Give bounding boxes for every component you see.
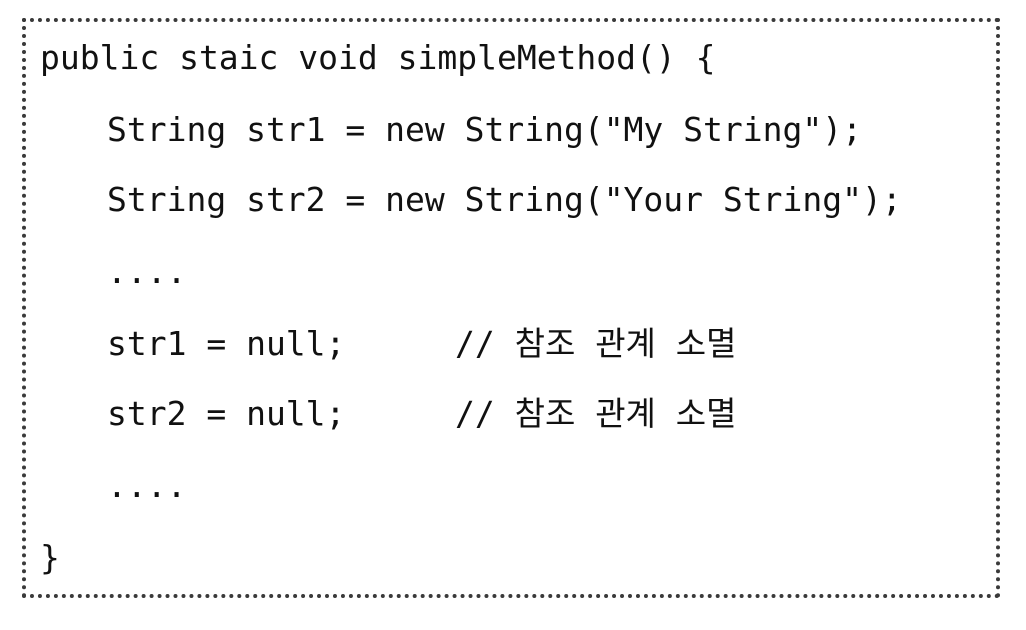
code-line-ellipsis: .... bbox=[107, 466, 187, 505]
code-line-str1-null: str1 = null; bbox=[107, 324, 346, 363]
code-comment-str2: // 참조 관계 소멸 bbox=[455, 394, 737, 433]
code-line-method-signature: public staic void simpleMethod() { bbox=[40, 38, 716, 77]
code-line-str2-declaration: String str2 = new String("Your String"); bbox=[107, 180, 902, 219]
dotted-code-box bbox=[22, 18, 1000, 598]
code-line-str2-null: str2 = null; bbox=[107, 394, 346, 433]
code-block: public staic void simpleMethod() { Strin… bbox=[0, 0, 902, 577]
code-line-str1-declaration: String str1 = new String("My String"); bbox=[107, 110, 862, 149]
code-comment-str1: // 참조 관계 소멸 bbox=[455, 324, 737, 363]
code-line-ellipsis: .... bbox=[107, 252, 187, 291]
code-line-closing-brace: } bbox=[40, 538, 60, 577]
